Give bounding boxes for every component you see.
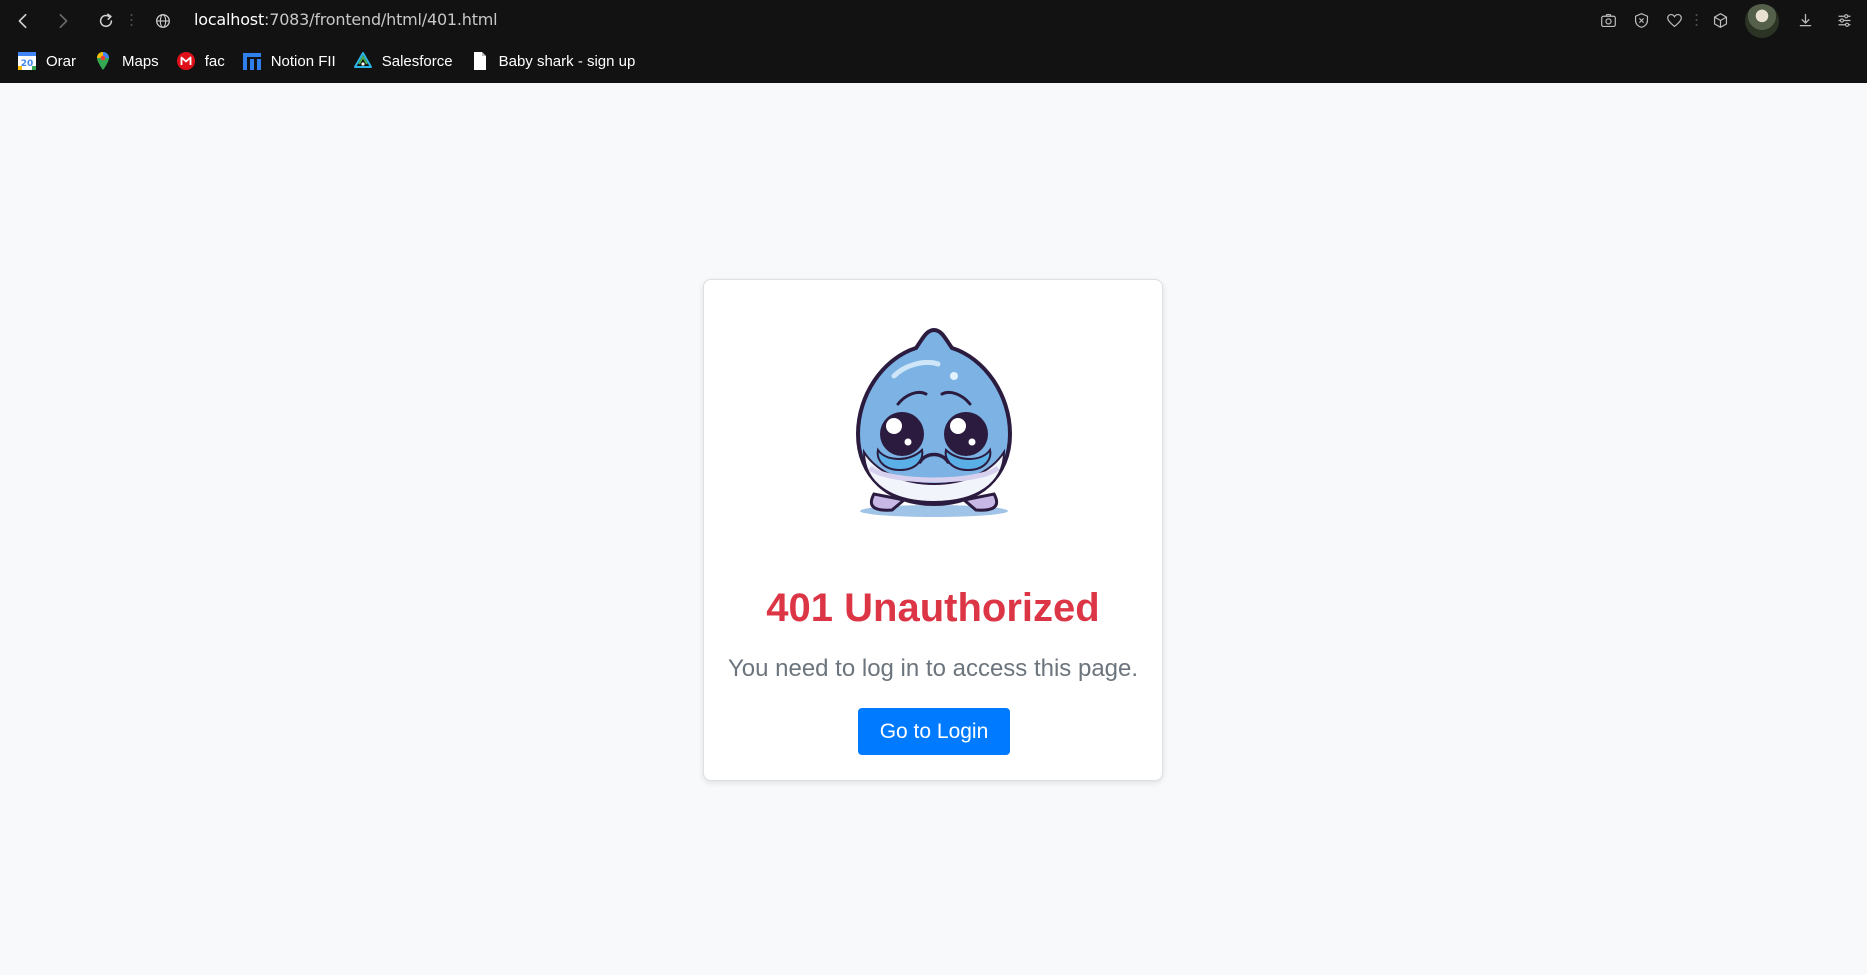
document-icon	[470, 51, 490, 71]
bookmark-orar[interactable]: 20 Orar	[17, 47, 76, 75]
bookmark-fac[interactable]: fac	[176, 47, 225, 75]
navigation-bar: localhost:7083/frontend/html/401.html	[0, 0, 1867, 40]
bookmark-notion-fii[interactable]: Notion FII	[242, 47, 336, 75]
forward-arrow-icon	[59, 13, 68, 29]
shield-x-icon	[1634, 12, 1648, 28]
snapshot-button[interactable]	[1598, 10, 1618, 30]
calendar-icon: 20	[17, 51, 37, 71]
bookmark-label: Notion FII	[270, 52, 336, 70]
maps-pin-icon	[93, 51, 113, 71]
separator-dots	[130, 13, 133, 27]
error-card: 401 Unauthorized You need to log in to a…	[703, 279, 1163, 781]
camera-icon	[1600, 13, 1616, 27]
separator-dots	[1695, 13, 1698, 27]
bookmark-label: fac	[204, 52, 225, 70]
bookmark-label: Baby shark - sign up	[498, 52, 636, 70]
bookmark-label: Maps	[122, 52, 159, 70]
globe-icon	[156, 14, 170, 28]
favorites-button[interactable]	[1664, 10, 1684, 30]
bookmark-salesforce[interactable]: Salesforce	[353, 47, 453, 75]
back-button[interactable]	[10, 8, 36, 34]
svg-text:20: 20	[21, 59, 34, 69]
adblock-button[interactable]	[1631, 10, 1651, 30]
reload-button[interactable]	[93, 8, 119, 34]
profile-avatar[interactable]	[1745, 4, 1779, 38]
browser-chrome: localhost:7083/frontend/html/401.html 20…	[0, 0, 1867, 83]
go-to-login-button[interactable]: Go to Login	[858, 708, 1010, 755]
page-title: 401 Unauthorized	[766, 586, 1100, 630]
sliders-icon	[1838, 13, 1850, 27]
mail-icon	[176, 51, 196, 71]
bookmarks-bar: 20 Orar Maps fac Notion FII Salesforce B…	[0, 44, 635, 78]
notion-icon	[242, 51, 262, 71]
sad-shark-illustration	[855, 327, 1013, 517]
error-message: You need to log in to access this page.	[727, 655, 1139, 682]
back-arrow-icon	[18, 13, 27, 29]
bookmark-baby-shark-sign-up[interactable]: Baby shark - sign up	[470, 47, 636, 75]
downloads-button[interactable]	[1795, 10, 1815, 30]
url-path: :7083/frontend/html/401.html	[264, 10, 498, 29]
bookmark-label: Salesforce	[381, 52, 453, 70]
bookmark-label: Orar	[46, 52, 76, 70]
address-bar[interactable]: localhost:7083/frontend/html/401.html	[194, 10, 498, 29]
url-host: localhost	[194, 10, 265, 29]
reload-icon	[99, 13, 113, 28]
heart-icon	[1666, 13, 1682, 27]
site-info-button[interactable]	[150, 8, 176, 34]
bookmark-maps[interactable]: Maps	[93, 47, 159, 75]
download-icon	[1799, 13, 1811, 26]
cube-icon	[1713, 12, 1727, 28]
salesforce-icon	[353, 51, 373, 71]
forward-button[interactable]	[50, 8, 76, 34]
easy-setup-button[interactable]	[1834, 10, 1854, 30]
extensions-button[interactable]	[1710, 10, 1730, 30]
